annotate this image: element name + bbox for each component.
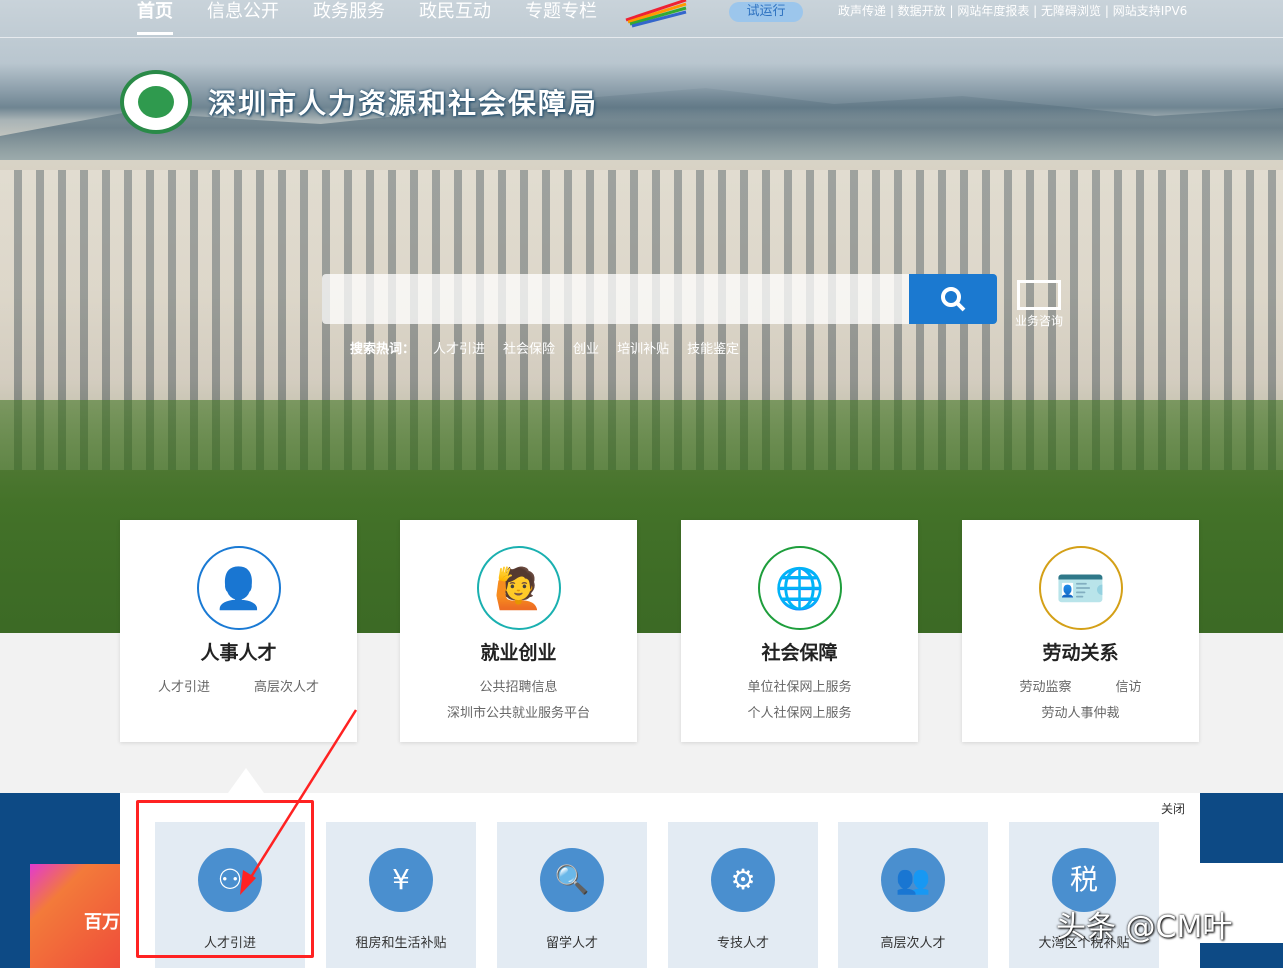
popup-pointer [228, 768, 264, 793]
card-employment[interactable]: 🙋 就业创业 公共招聘信息 深圳市公共就业服务平台 [400, 520, 637, 742]
search-button[interactable] [909, 274, 997, 324]
card-link[interactable]: 单位社保网上服务 [681, 675, 918, 701]
site-title: 深圳市人力资源和社会保障局 [208, 87, 599, 120]
watermark: 头条 @CM叶 [1056, 910, 1233, 945]
people-gear-icon: ⚙ [711, 848, 775, 912]
tile-label: 留学人才 [545, 936, 598, 951]
businessmen-icon: 👥 [881, 848, 945, 912]
card-personnel[interactable]: 👤 人事人才 人才引进 高层次人才 [120, 520, 357, 742]
consult-label: 业务咨询 [1014, 314, 1063, 328]
person-briefcase-icon: 🙋 [476, 546, 561, 630]
mountains [0, 88, 1283, 160]
hot-keyword[interactable]: 创业 [573, 338, 599, 357]
card-link[interactable]: 信访 [1116, 680, 1142, 695]
tile-tax-subsidy[interactable]: 税大湾区个税补贴 [1009, 822, 1159, 968]
card-title: 就业创业 [480, 642, 557, 664]
bureau-emblem [120, 70, 192, 134]
nav-topics[interactable]: 专题专栏 [525, 0, 597, 24]
card-link[interactable]: 深圳市公共就业服务平台 [400, 701, 637, 727]
card-labor-relations[interactable]: 🪪 劳动关系 劳动监察 信访劳动人事仲裁 [962, 520, 1199, 742]
card-link[interactable]: 劳动人事仲裁 [962, 701, 1199, 727]
house-yuan-icon: ¥ [369, 848, 433, 912]
nav-info[interactable]: 信息公开 [207, 0, 279, 24]
robot-icon [1017, 280, 1061, 310]
card-link[interactable]: 高层次人才 [254, 680, 319, 695]
nav-interaction[interactable]: 政民互动 [419, 0, 491, 24]
promo-banner[interactable]: 百万 [30, 864, 122, 968]
hot-keyword[interactable]: 人才引进 [433, 338, 485, 357]
consult-button[interactable]: 业务咨询 [1010, 272, 1068, 332]
card-social-security[interactable]: 🌐 社会保障 单位社保网上服务 个人社保网上服务 [681, 520, 918, 742]
hot-keyword[interactable]: 培训补贴 [617, 338, 669, 357]
tile-technical[interactable]: ⚙ 专技人才 [668, 822, 818, 968]
tile-label: 租房和生活补贴 [355, 936, 447, 951]
top-nav: 首页 信息公开 政务服务 政民互动 专题专栏 试运行 政声传递 | 数据开放 |… [0, 0, 1283, 38]
card-link[interactable]: 人才引进 [158, 680, 210, 695]
shenzhen-logo-icon[interactable] [616, 0, 690, 28]
tile-overseas[interactable]: 🔍 留学人才 [497, 822, 647, 968]
hot-label: 搜索热词： [350, 342, 416, 357]
promo-text: 百万 [84, 912, 120, 933]
tile-label: 专技人才 [716, 936, 769, 951]
card-link[interactable]: 劳动监察 [1019, 680, 1071, 695]
hot-keyword[interactable]: 社会保险 [503, 338, 555, 357]
search-icon [941, 287, 966, 312]
nav-services[interactable]: 政务服务 [313, 0, 385, 24]
person-globe-icon: 🌐 [757, 546, 842, 630]
tile-rent-subsidy[interactable]: ¥ 租房和生活补贴 [326, 822, 476, 968]
search-input[interactable] [322, 274, 910, 324]
trial-badge[interactable]: 试运行 [729, 2, 803, 22]
card-title: 劳动关系 [1042, 642, 1119, 664]
card-title: 人事人才 [200, 642, 277, 664]
card-link[interactable]: 个人社保网上服务 [681, 701, 918, 727]
person-suit-icon: 👤 [196, 546, 281, 630]
tile-label: 高层次人才 [880, 936, 946, 951]
card-title: 社会保障 [761, 642, 838, 664]
highlight-box [136, 800, 314, 958]
close-button[interactable]: 关闭 [1161, 800, 1185, 817]
tile-high-level[interactable]: 👥 高层次人才 [838, 822, 988, 968]
globe-search-icon: 🔍 [540, 848, 604, 912]
top-links[interactable]: 政声传递 | 数据开放 | 网站年度报表 | 无障碍浏览 | 网站支持IPV6 [838, 2, 1187, 19]
id-card-icon: 🪪 [1038, 546, 1123, 630]
nav-home[interactable]: 首页 [137, 0, 173, 35]
hot-keyword[interactable]: 技能鉴定 [687, 338, 739, 357]
card-link[interactable]: 公共招聘信息 [400, 675, 637, 701]
hot-keywords: 搜索热词： 人才引进 社会保险 创业 培训补贴 技能鉴定 [350, 338, 739, 357]
